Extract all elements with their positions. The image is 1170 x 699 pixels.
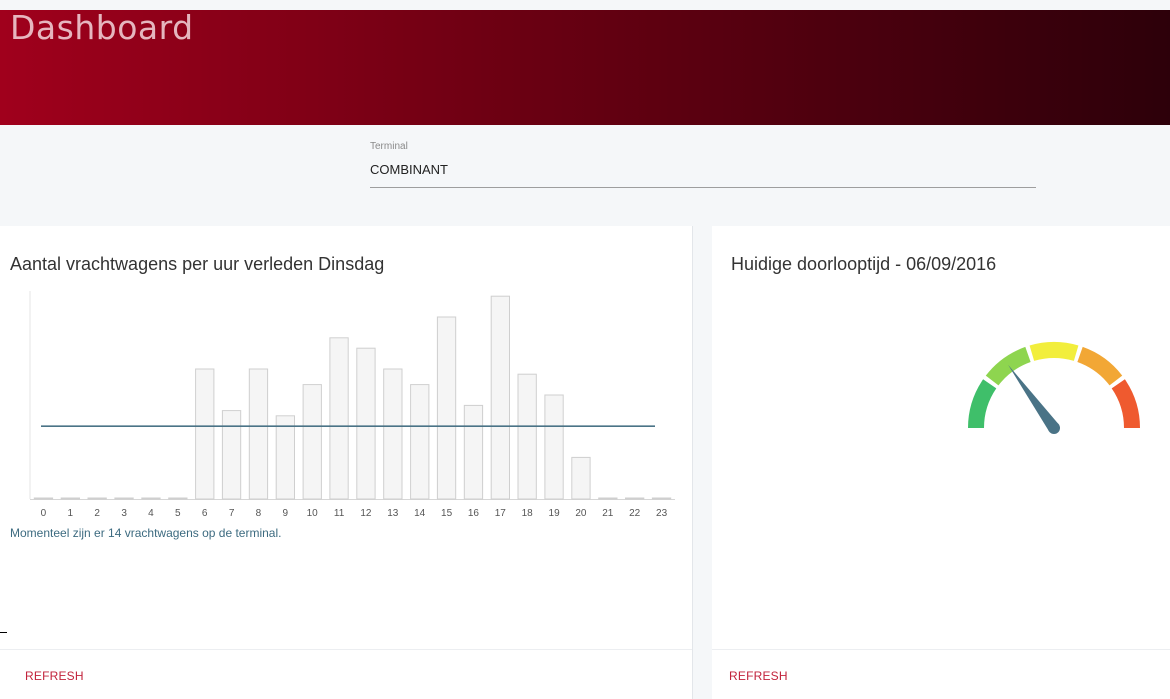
terminal-label: Terminal [370,141,408,152]
x-tick-label: 20 [575,508,587,519]
x-tick-label: 8 [256,508,262,519]
x-tick-label: 22 [629,508,641,519]
bar-hour-4[interactable] [141,497,161,500]
gauge-segment-1 [968,379,997,428]
gauge-needle [1008,364,1059,432]
x-tick-label: 15 [441,508,453,519]
bar-hour-6[interactable] [195,368,215,500]
bar-hour-14[interactable] [410,384,430,500]
x-tick-label: 0 [41,508,47,519]
x-tick-label: 3 [121,508,127,519]
gauge-segment-4 [1077,346,1123,386]
x-tick-label: 1 [68,508,74,519]
bar-hour-9[interactable] [275,415,296,500]
refresh-trucks-button[interactable]: REFRESH [25,669,84,683]
bar-hour-18[interactable] [517,373,537,500]
gauge-hub [1048,422,1060,434]
x-tick-label: 9 [283,508,289,519]
x-tick-label: 14 [414,508,426,519]
x-tick-label: 16 [468,508,480,519]
x-tick-label: 17 [495,508,507,519]
x-tick-label: 18 [522,508,534,519]
lead-time-gauge [968,342,1140,434]
x-tick-label: 10 [307,508,319,519]
x-tick-label: 4 [148,508,154,519]
x-tick-label: 5 [175,508,181,519]
bar-hour-23[interactable] [651,497,672,500]
trucks-chart-title: Aantal vrachtwagens per uur verleden Din… [10,254,385,274]
trucks-card-footer: REFRESH [0,649,692,699]
trucks-bar-chart: 0 1 2 3 4 5 6 7 8 9 10 11 12 13 14 15 16 17 18 19 20 21 22 23 [29,291,675,519]
bar-hour-10[interactable] [302,384,322,500]
bar-hour-1[interactable] [60,497,80,500]
refresh-lead-time-button[interactable]: REFRESH [729,669,788,683]
lead-time-card: Huidige doorlooptijd - 06/09/2016 REFRES… [712,226,1170,699]
x-tick-label: 21 [602,508,614,519]
terminal-value[interactable]: COMBINANT [370,162,448,177]
gauge-segment-2 [985,346,1031,386]
bar-hour-11[interactable] [329,337,349,500]
x-tick-label: 6 [202,508,208,519]
bar-hour-0[interactable] [33,497,54,500]
x-tick-label: 23 [656,508,668,519]
bar-hour-22[interactable] [625,497,645,500]
bar-hour-21[interactable] [598,497,618,500]
bar-hour-2[interactable] [87,497,107,500]
bar-hour-3[interactable] [114,497,134,500]
x-tick-label: 19 [549,508,561,519]
bar-hour-16[interactable] [463,404,484,500]
dashboard-page: Dashboard Terminal COMBINANT Aantal vrac… [0,0,1170,699]
bar-hour-8[interactable] [248,368,269,500]
lead-time-title: Huidige doorlooptijd - 06/09/2016 [731,254,997,274]
edge-marker [0,632,7,633]
current-trucks-status: Momenteel zijn er 14 vrachtwagens op de … [10,526,282,540]
header-banner: Dashboard [0,8,1170,125]
gauge-segment-3 [1029,342,1079,361]
x-tick-label: 7 [229,508,235,519]
bar-hour-12[interactable] [356,347,376,500]
x-tick-label: 2 [94,508,100,519]
x-tick-label: 13 [387,508,399,519]
bar-hour-5[interactable] [168,497,188,500]
gauge-segment-5 [1111,379,1140,428]
trucks-per-hour-card: Aantal vrachtwagens per uur verleden Din… [0,226,693,699]
lead-time-card-footer: REFRESH [712,649,1170,699]
bar-hour-19[interactable] [544,394,564,500]
bar-hour-20[interactable] [571,456,591,500]
bar-hour-13[interactable] [383,368,403,500]
page-title: Dashboard [10,8,194,47]
x-tick-label: 11 [334,508,345,519]
bar-hour-15[interactable] [436,316,457,500]
terminal-select[interactable]: Terminal COMBINANT [370,140,1036,188]
filter-strip: Terminal COMBINANT [0,125,1170,226]
x-tick-label: 12 [360,508,372,519]
bar-hour-17[interactable] [490,295,511,500]
bar-hour-7[interactable] [221,410,242,500]
